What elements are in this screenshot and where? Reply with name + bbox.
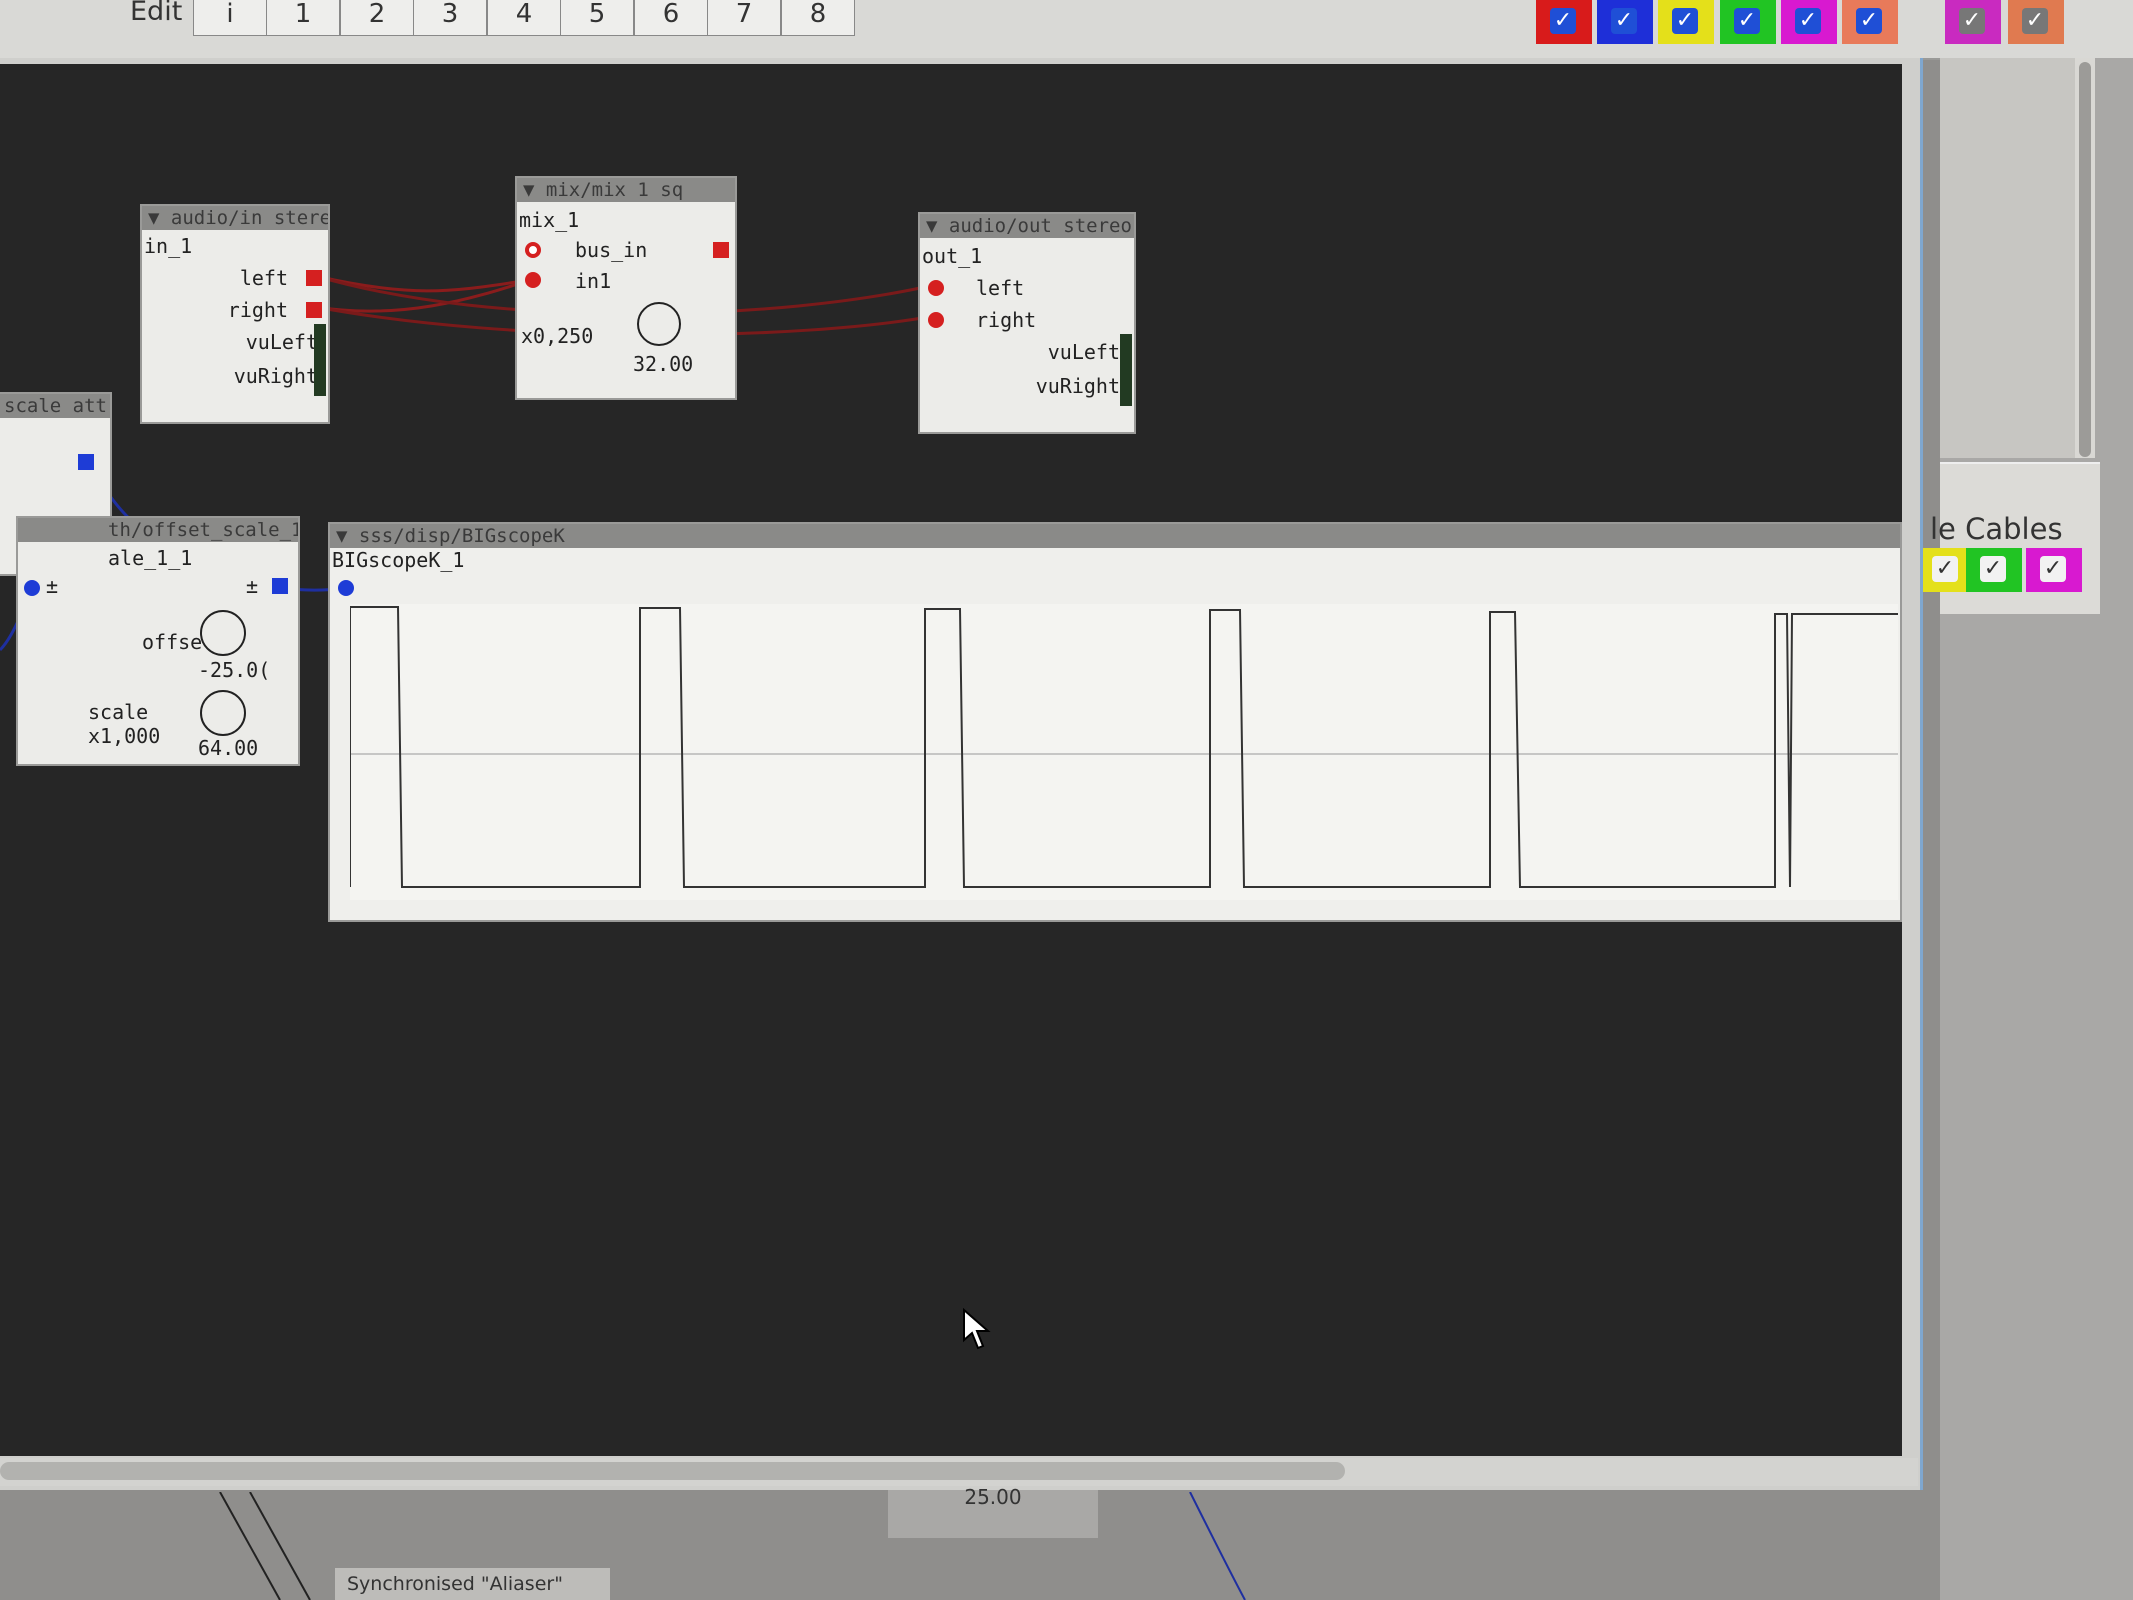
inlet-bus-in[interactable] bbox=[525, 242, 541, 258]
scale-label: scale bbox=[88, 700, 149, 724]
audio-out-object[interactable]: ▼ audio/out stereo out_1 left right vuLe… bbox=[918, 212, 1136, 434]
outlet-plusminus: ± bbox=[246, 574, 259, 598]
side-panel-scroll-thumb[interactable] bbox=[2079, 62, 2091, 457]
mix-gain-knob[interactable] bbox=[637, 302, 681, 346]
scope-display bbox=[350, 604, 1898, 900]
offset-scale-inlet[interactable] bbox=[24, 580, 40, 596]
scale-value: 64.00 bbox=[198, 736, 259, 760]
audio-out-instance: out_1 bbox=[922, 244, 983, 268]
scope-inlet[interactable] bbox=[338, 580, 354, 596]
mix-knob-value: 32.00 bbox=[633, 352, 694, 376]
inlet-left-label: left bbox=[976, 276, 1025, 300]
mix-gain: x0,250 bbox=[521, 324, 594, 348]
scale-attr-outlet[interactable] bbox=[78, 454, 94, 470]
inlet-right[interactable] bbox=[928, 312, 944, 328]
outlet-vuright-label: vuRight bbox=[1035, 374, 1120, 398]
audio-out-title[interactable]: ▼ audio/out stereo bbox=[920, 214, 1134, 238]
panel-orange-checkbox[interactable]: ✓ bbox=[2008, 0, 2064, 44]
outlet-right-label: right bbox=[227, 298, 288, 322]
horizontal-scroll-thumb[interactable] bbox=[0, 1462, 1345, 1480]
offset-scale-object[interactable]: th/offset_scale_1 ale_1_1 ± ± offset -25… bbox=[16, 516, 300, 766]
outlet-right[interactable] bbox=[306, 302, 322, 318]
outlet-left[interactable] bbox=[306, 270, 322, 286]
inlet-plusminus: ± bbox=[46, 574, 59, 598]
inlet-left[interactable] bbox=[928, 280, 944, 296]
scale-gain: x1,000 bbox=[88, 724, 161, 748]
audio-in-title[interactable]: ▼ audio/in stereo bbox=[142, 206, 328, 230]
mix-title[interactable]: ▼ mix/mix 1 sq bbox=[517, 178, 735, 202]
check-icon: ✓ bbox=[2040, 556, 2066, 582]
inlet-in1-label: in1 bbox=[575, 269, 612, 293]
mix-object[interactable]: ▼ mix/mix 1 sq mix_1 bus_in in1 x0,250 3… bbox=[515, 176, 737, 400]
background-cables bbox=[219, 1492, 1246, 1600]
offset-value: -25.0( bbox=[198, 658, 271, 682]
cables-label: le Cables bbox=[1930, 512, 2063, 546]
inlet-right-label: right bbox=[976, 308, 1037, 332]
scale-attr-title[interactable]: scale attr bbox=[0, 394, 110, 418]
scope-title[interactable]: ▼ sss/disp/BIGscopeK bbox=[330, 524, 1900, 548]
offset-scale-instance: ale_1_1 bbox=[108, 546, 193, 570]
check-icon: ✓ bbox=[1932, 556, 1958, 582]
panel-purple-checkbox[interactable]: ✓ bbox=[1945, 0, 2001, 44]
inlet-in1[interactable] bbox=[525, 272, 541, 288]
mouse-cursor-icon bbox=[963, 1308, 991, 1350]
vu-meter bbox=[1120, 334, 1132, 406]
outlet-left-label: left bbox=[239, 266, 288, 290]
scope-object[interactable]: ▼ sss/disp/BIGscopeK BIGscopeK_1 bbox=[328, 522, 1902, 922]
vu-meter bbox=[314, 324, 326, 396]
offset-scale-outlet[interactable] bbox=[272, 578, 288, 594]
check-icon: ✓ bbox=[1959, 8, 1985, 34]
scope-instance: BIGscopeK_1 bbox=[332, 548, 465, 572]
offset-scale-title[interactable]: th/offset_scale_1 bbox=[18, 518, 298, 542]
outlet-vuright-label: vuRight bbox=[233, 364, 318, 388]
side-green-checkbox[interactable]: ✓ bbox=[1966, 548, 2022, 592]
audio-in-object[interactable]: ▼ audio/in stereo in_1 left right vuLeft… bbox=[140, 204, 330, 424]
scope-background bbox=[350, 604, 1898, 900]
side-panel-list bbox=[1940, 58, 2075, 458]
inlet-bus-in-label: bus_in bbox=[575, 238, 648, 262]
side-magenta-checkbox[interactable]: ✓ bbox=[2026, 548, 2082, 592]
check-icon: ✓ bbox=[1980, 556, 2006, 582]
mix-instance: mix_1 bbox=[519, 208, 580, 232]
scale-knob[interactable] bbox=[200, 690, 246, 736]
audio-in-instance: in_1 bbox=[144, 234, 193, 258]
outlet-vuleft-label: vuLeft bbox=[1047, 340, 1120, 364]
outlet-vuleft-label: vuLeft bbox=[245, 330, 318, 354]
check-icon: ✓ bbox=[2022, 8, 2048, 34]
offset-knob[interactable] bbox=[200, 610, 246, 656]
outlet-out[interactable] bbox=[713, 242, 729, 258]
